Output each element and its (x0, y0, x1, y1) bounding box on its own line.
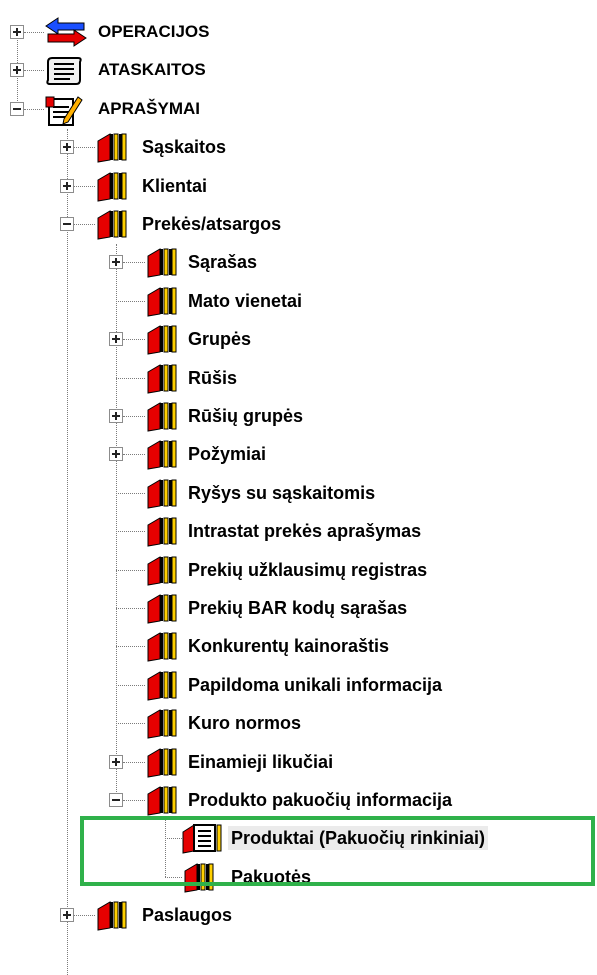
book-icon (147, 402, 177, 432)
expand-toggle-einamieji-likučiai[interactable] (109, 754, 123, 769)
tree-item-einamieji-likučiai[interactable]: Einamieji likučiai (185, 750, 336, 774)
tree-item-sąskaitos[interactable]: Sąskaitos (139, 135, 229, 159)
tree-item-prekių-užklausimų-registras[interactable]: Prekių užklausimų registras (185, 558, 430, 582)
book-icon (97, 210, 127, 240)
tree-item-grupės[interactable]: Grupės (185, 327, 254, 351)
tree-item-požymiai[interactable]: Požymiai (185, 442, 269, 466)
tree-connector-line (116, 492, 145, 494)
tree-connector-line (123, 416, 145, 417)
book-icon (147, 478, 177, 509)
tree-connector-line (116, 684, 145, 686)
tree-connector-line (116, 723, 145, 725)
expand-toggle-operacijos[interactable] (10, 25, 24, 39)
tree-connector-line (116, 569, 145, 571)
expand-toggle-sąrašas[interactable] (109, 255, 123, 270)
tree-connector-line (116, 300, 145, 302)
book-icon (147, 670, 177, 701)
book-icon (97, 133, 127, 163)
tree-item-mato-vienetai[interactable]: Mato vienetai (185, 289, 305, 313)
tree-connector-line (24, 108, 44, 110)
expand-toggle-ataskaitos[interactable] (10, 63, 24, 78)
tree-item-kuro-normos[interactable]: Kuro normos (185, 711, 304, 735)
tree-connector-line (74, 915, 95, 917)
expand-toggle-klientai[interactable] (60, 178, 74, 193)
expand-toggle-grupės[interactable] (109, 332, 123, 347)
tree-connector-line (116, 608, 145, 609)
arrows-icon (45, 17, 87, 47)
tree-connector-line (116, 646, 145, 648)
scroll-icon (46, 57, 82, 86)
book-icon (147, 517, 177, 547)
book-icon (147, 786, 177, 816)
tree-connector-line (123, 761, 145, 763)
highlight-box (80, 816, 595, 886)
tree-connector-line (123, 454, 145, 456)
book-icon (97, 171, 127, 202)
tree-connector-line (123, 339, 145, 341)
book-icon (147, 325, 177, 355)
book-icon (147, 594, 177, 624)
tree-connector-line (67, 915, 68, 975)
tree-item-sąrašas[interactable]: Sąrašas (185, 250, 260, 274)
tree-connector-line (116, 531, 145, 533)
tree-item-prekių-bar-kodų-sąrašas[interactable]: Prekių BAR kodų sąrašas (185, 596, 410, 620)
expand-toggle-rūšių-grupės[interactable] (109, 409, 123, 423)
expand-toggle-paslaugos[interactable] (60, 908, 74, 923)
tree-connector-line (67, 129, 68, 916)
tree-item-rūšių-grupės[interactable]: Rūšių grupės (185, 404, 306, 428)
tree-item-paslaugos[interactable]: Paslaugos (139, 903, 235, 927)
tree-item-aprašymai[interactable]: APRAŠYMAI (95, 97, 203, 121)
tree-item-klientai[interactable]: Klientai (139, 174, 210, 198)
tree-connector-line (74, 224, 95, 225)
book-icon (147, 440, 177, 470)
book-icon (147, 363, 177, 394)
book-icon (147, 709, 177, 739)
tree-connector-line (123, 262, 145, 264)
tree-connector-line (116, 244, 117, 800)
expand-toggle-sąskaitos[interactable] (60, 140, 74, 155)
book-icon (147, 632, 177, 662)
tree-connector-line (123, 800, 145, 801)
tree-connector-line (74, 185, 95, 187)
tree-item-operacijos[interactable]: OPERACIJOS (95, 20, 212, 44)
collapse-toggle-produkto-pakuočių-informacija[interactable] (109, 793, 123, 807)
tree-connector-line (24, 70, 44, 72)
tree-connector-line (116, 377, 145, 379)
tree-item-ryšys-su-sąskaitomis[interactable]: Ryšys su sąskaitomis (185, 481, 378, 505)
tree-item-papildoma-unikali-informacija[interactable]: Papildoma unikali informacija (185, 673, 445, 697)
collapse-toggle-prekės-atsargos[interactable] (60, 217, 74, 231)
tree-item-produkto-pakuočių-informacija[interactable]: Produkto pakuočių informacija (185, 788, 455, 812)
tree-connector-line (74, 147, 95, 149)
book-icon (147, 286, 177, 317)
notepad-icon (45, 96, 83, 126)
tree-connector-line (24, 32, 44, 33)
book-icon (147, 555, 177, 586)
collapse-toggle-aprašymai[interactable] (10, 101, 24, 116)
expand-toggle-požymiai[interactable] (109, 447, 123, 462)
book-icon (147, 248, 177, 278)
tree-item-prekės-atsargos[interactable]: Prekės/atsargos (139, 212, 284, 236)
tree-item-rūšis[interactable]: Rūšis (185, 366, 240, 390)
book-icon (147, 747, 177, 778)
tree-item-konkurentų-kainoraštis[interactable]: Konkurentų kainoraštis (185, 634, 392, 658)
tree-item-ataskaitos[interactable]: ATASKAITOS (95, 58, 209, 82)
book-icon (97, 901, 127, 931)
tree-item-intrastat-prekės-aprašymas[interactable]: Intrastat prekės aprašymas (185, 519, 424, 543)
